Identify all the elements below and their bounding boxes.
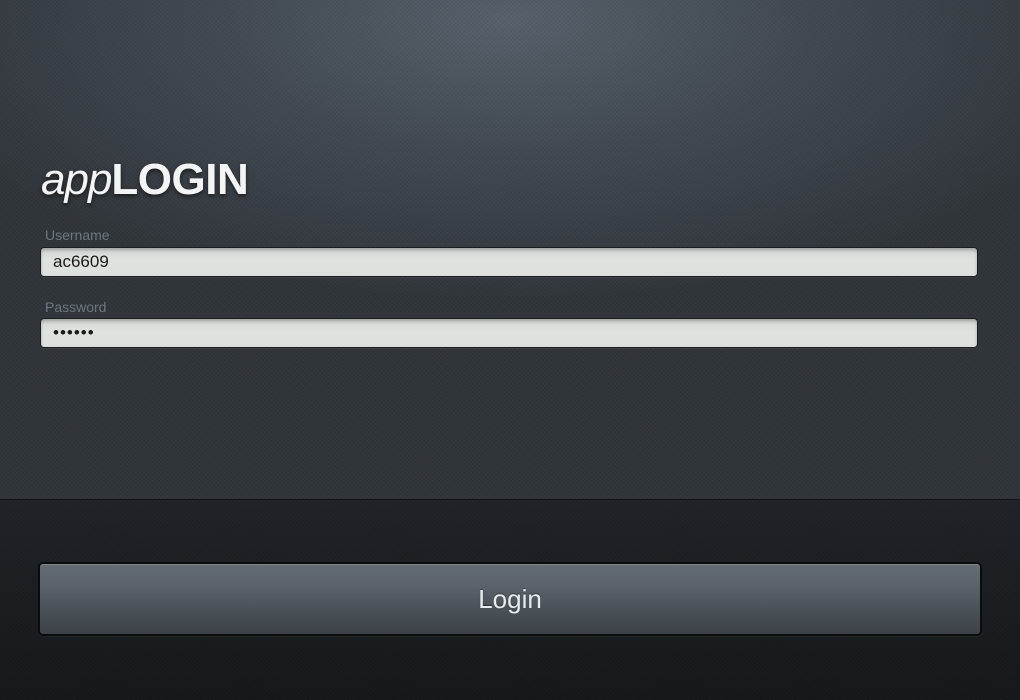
username-input[interactable] (40, 247, 978, 277)
password-input[interactable] (40, 318, 978, 348)
logo-bold-text: LOGIN (111, 155, 249, 204)
app-logo: appLOGIN (41, 152, 249, 208)
login-screen: appLOGIN Username Password Login (0, 0, 1020, 700)
logo-light-text: app (41, 155, 112, 204)
login-button[interactable]: Login (38, 562, 982, 636)
password-label: Password (45, 299, 107, 315)
username-label: Username (45, 227, 110, 243)
